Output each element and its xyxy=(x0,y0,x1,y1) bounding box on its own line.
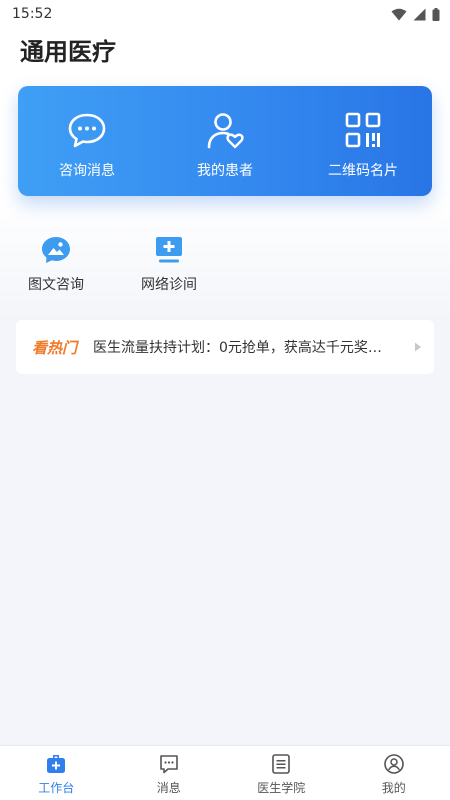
status-icons xyxy=(391,7,440,21)
chat-bubble-icon xyxy=(68,113,106,148)
battery-icon xyxy=(432,7,440,21)
online-clinic-label: 网络诊间 xyxy=(141,277,197,293)
image-consult-label: 图文咨询 xyxy=(28,277,84,293)
monitor-plus-icon xyxy=(156,237,182,263)
hot-tag: 看热门 xyxy=(32,338,78,357)
tab-workbench[interactable]: 工作台 xyxy=(0,746,113,800)
app-title: 通用医疗 xyxy=(20,38,116,66)
tab-profile[interactable]: 我的 xyxy=(338,746,450,800)
consult-messages-label: 咨询消息 xyxy=(59,163,115,179)
chevron-right-icon xyxy=(415,342,421,352)
user-circle-icon xyxy=(383,754,404,774)
qr-card-button[interactable]: 二维码名片 xyxy=(294,86,432,196)
tab-profile-label: 我的 xyxy=(381,781,406,795)
consult-messages-button[interactable]: 咨询消息 xyxy=(18,86,156,196)
services-row: 图文咨询 网络诊间 xyxy=(0,236,450,296)
image-chat-icon xyxy=(42,237,70,263)
status-bar: 15:52 xyxy=(0,0,450,28)
message-icon xyxy=(159,755,178,774)
my-patients-label: 我的患者 xyxy=(197,163,253,179)
bottom-tab-bar: 工作台 消息 医生学院 我的 xyxy=(0,745,450,800)
tab-doctor-academy-label: 医生学院 xyxy=(257,781,306,795)
tab-workbench-label: 工作台 xyxy=(38,781,75,795)
hot-topics-banner[interactable]: 看热门 医生流量扶持计划：0元抢单，获高达千元奖… xyxy=(16,320,434,374)
my-patients-button[interactable]: 我的患者 xyxy=(156,86,294,196)
image-consult-button[interactable]: 图文咨询 xyxy=(6,236,106,294)
tab-messages[interactable]: 消息 xyxy=(113,746,226,800)
wifi-icon xyxy=(391,8,407,20)
hot-headline: 医生流量扶持计划：0元抢单，获高达千元奖… xyxy=(93,340,382,356)
medical-bag-icon xyxy=(47,755,66,773)
patient-heart-icon xyxy=(207,113,244,149)
signal-icon xyxy=(413,8,426,20)
tab-messages-label: 消息 xyxy=(156,781,181,795)
online-clinic-button[interactable]: 网络诊间 xyxy=(119,236,219,294)
qr-card-label: 二维码名片 xyxy=(328,163,398,179)
document-list-icon xyxy=(272,754,291,774)
status-time: 15:52 xyxy=(12,6,53,22)
qr-code-icon xyxy=(345,112,381,148)
quick-actions-card: 咨询消息 我的患者 二维码名片 xyxy=(18,86,432,196)
tab-doctor-academy[interactable]: 医生学院 xyxy=(225,746,338,800)
